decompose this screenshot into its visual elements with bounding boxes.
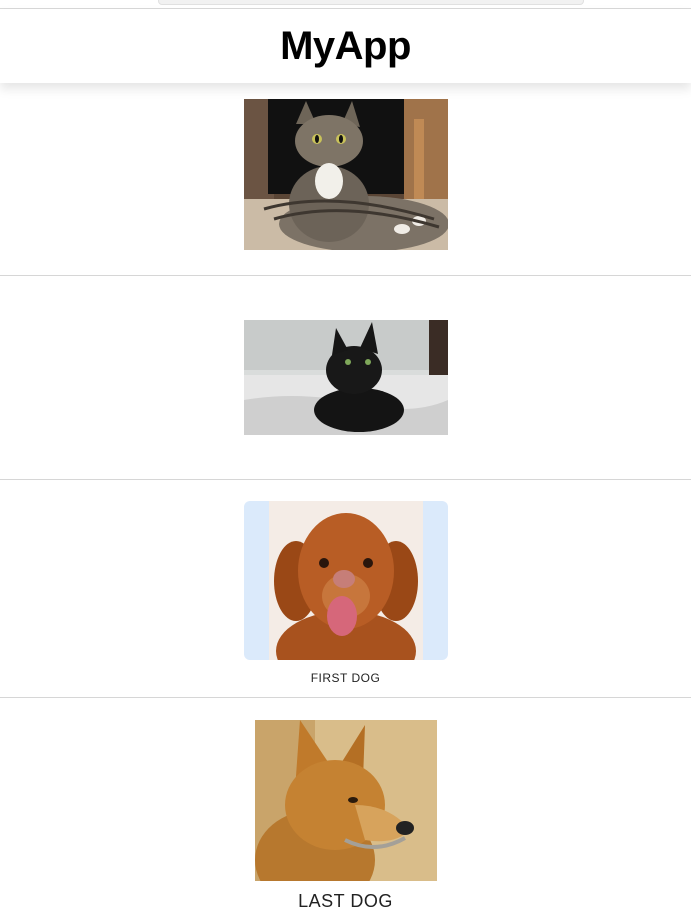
black-cat-image[interactable] [244,320,448,435]
address-bar[interactable] [158,0,584,5]
item-divider [0,697,691,698]
first-dog-card[interactable] [244,501,448,660]
tabby-cat-image[interactable] [244,99,448,250]
top-strip [0,0,691,9]
first-dog-caption: FIRST DOG [310,671,381,685]
last-dog-image[interactable] [255,720,437,881]
app-title: MyApp [280,24,411,68]
last-dog-caption: LAST DOG [298,891,393,911]
item-divider [0,479,691,480]
item-divider [0,275,691,276]
app-header: MyApp [0,9,691,83]
